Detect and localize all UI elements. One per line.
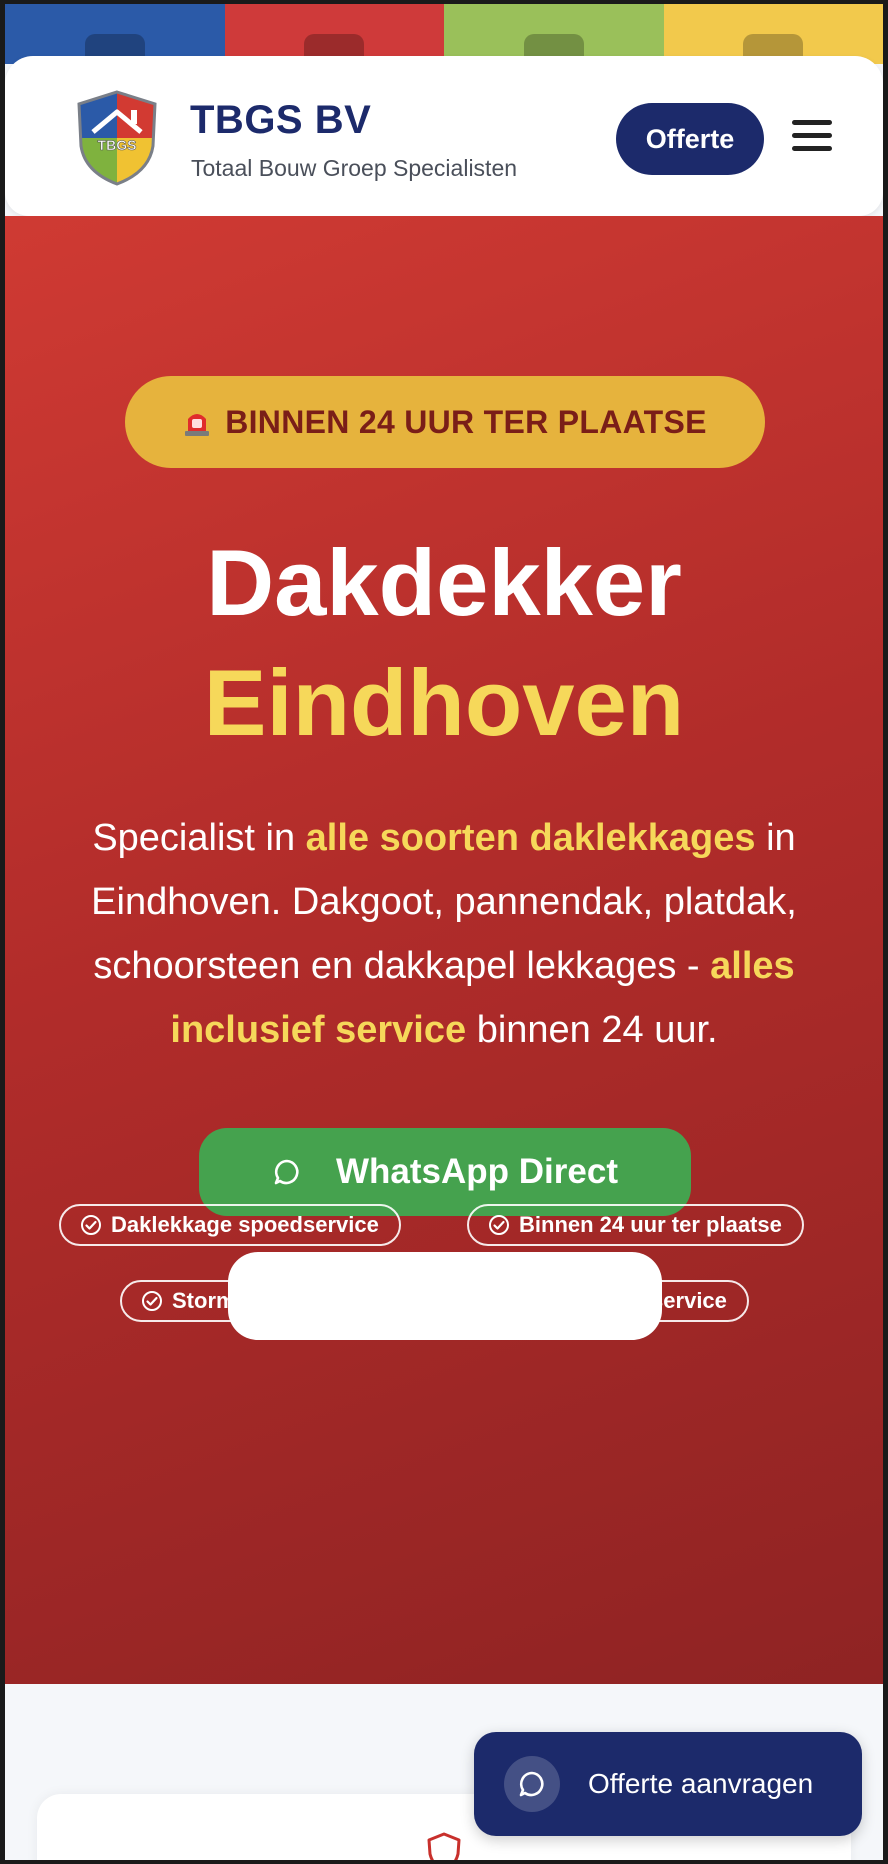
menu-button[interactable] bbox=[792, 120, 832, 156]
tbgs-shield-logo[interactable]: TBGS bbox=[73, 88, 161, 188]
chat-icon-circle bbox=[504, 1756, 560, 1812]
chat-bubble-icon bbox=[519, 1771, 544, 1797]
check-circle-icon bbox=[142, 1291, 162, 1311]
check-circle-icon bbox=[81, 1215, 101, 1235]
desc-text: Specialist in bbox=[92, 817, 306, 859]
feature-chip: Alles inclusief service bbox=[445, 1280, 749, 1322]
hero-description: Specialist in alle soorten daklekkages i… bbox=[45, 806, 843, 1062]
shield-icon bbox=[427, 1832, 461, 1860]
site-header: TBGS TBGS BV Totaal Bouw Groep Specialis… bbox=[5, 56, 883, 216]
feature-chip: Stormdade herstel bbox=[120, 1280, 388, 1322]
feature-label: Binnen 24 uur ter plaatse bbox=[519, 1212, 782, 1237]
check-circle-icon bbox=[489, 1215, 509, 1235]
brand-title[interactable]: TBGS BV bbox=[190, 98, 371, 143]
desc-highlight: alle soorten daklekkages bbox=[305, 817, 756, 859]
chat-bubble-icon bbox=[274, 1159, 299, 1185]
feature-label: Stormdade herstel bbox=[172, 1288, 366, 1313]
whatsapp-label: WhatsApp Direct bbox=[336, 1152, 618, 1191]
feature-label: Alles inclusief service bbox=[497, 1288, 727, 1313]
feature-chip: Binnen 24 uur ter plaatse bbox=[467, 1204, 804, 1246]
whatsapp-button[interactable]: WhatsApp Direct bbox=[199, 1128, 691, 1216]
hero-title-line1: Dakdekker bbox=[206, 530, 682, 635]
logo-text: TBGS bbox=[98, 137, 137, 153]
color-strip bbox=[5, 4, 883, 74]
offerte-button[interactable]: Offerte bbox=[616, 103, 764, 175]
badge-text: BINNEN 24 UUR TER PLAATSE bbox=[225, 403, 707, 440]
floating-label: Offerte aanvragen bbox=[588, 1768, 814, 1799]
hamburger-icon bbox=[792, 120, 832, 125]
check-circle-icon bbox=[467, 1291, 487, 1311]
page: TBGS TBGS BV Totaal Bouw Groep Specialis… bbox=[5, 4, 883, 1860]
feature-label: Daklekkage spoedservice bbox=[111, 1212, 379, 1237]
hero-title-line2: Eindhoven bbox=[203, 650, 685, 755]
siren-icon bbox=[185, 414, 210, 436]
hero-section: BINNEN 24 UUR TER PLAATSE Dakdekker Eind… bbox=[5, 216, 883, 1684]
brand-subtitle: Totaal Bouw Groep Specialisten bbox=[191, 155, 518, 181]
offerte-aanvragen-button[interactable]: Offerte aanvragen bbox=[474, 1732, 862, 1836]
urgency-badge: BINNEN 24 UUR TER PLAATSE bbox=[125, 376, 765, 468]
desc-text: binnen 24 uur. bbox=[466, 1009, 718, 1051]
feature-chip: Daklekkage spoedservice bbox=[59, 1204, 401, 1246]
